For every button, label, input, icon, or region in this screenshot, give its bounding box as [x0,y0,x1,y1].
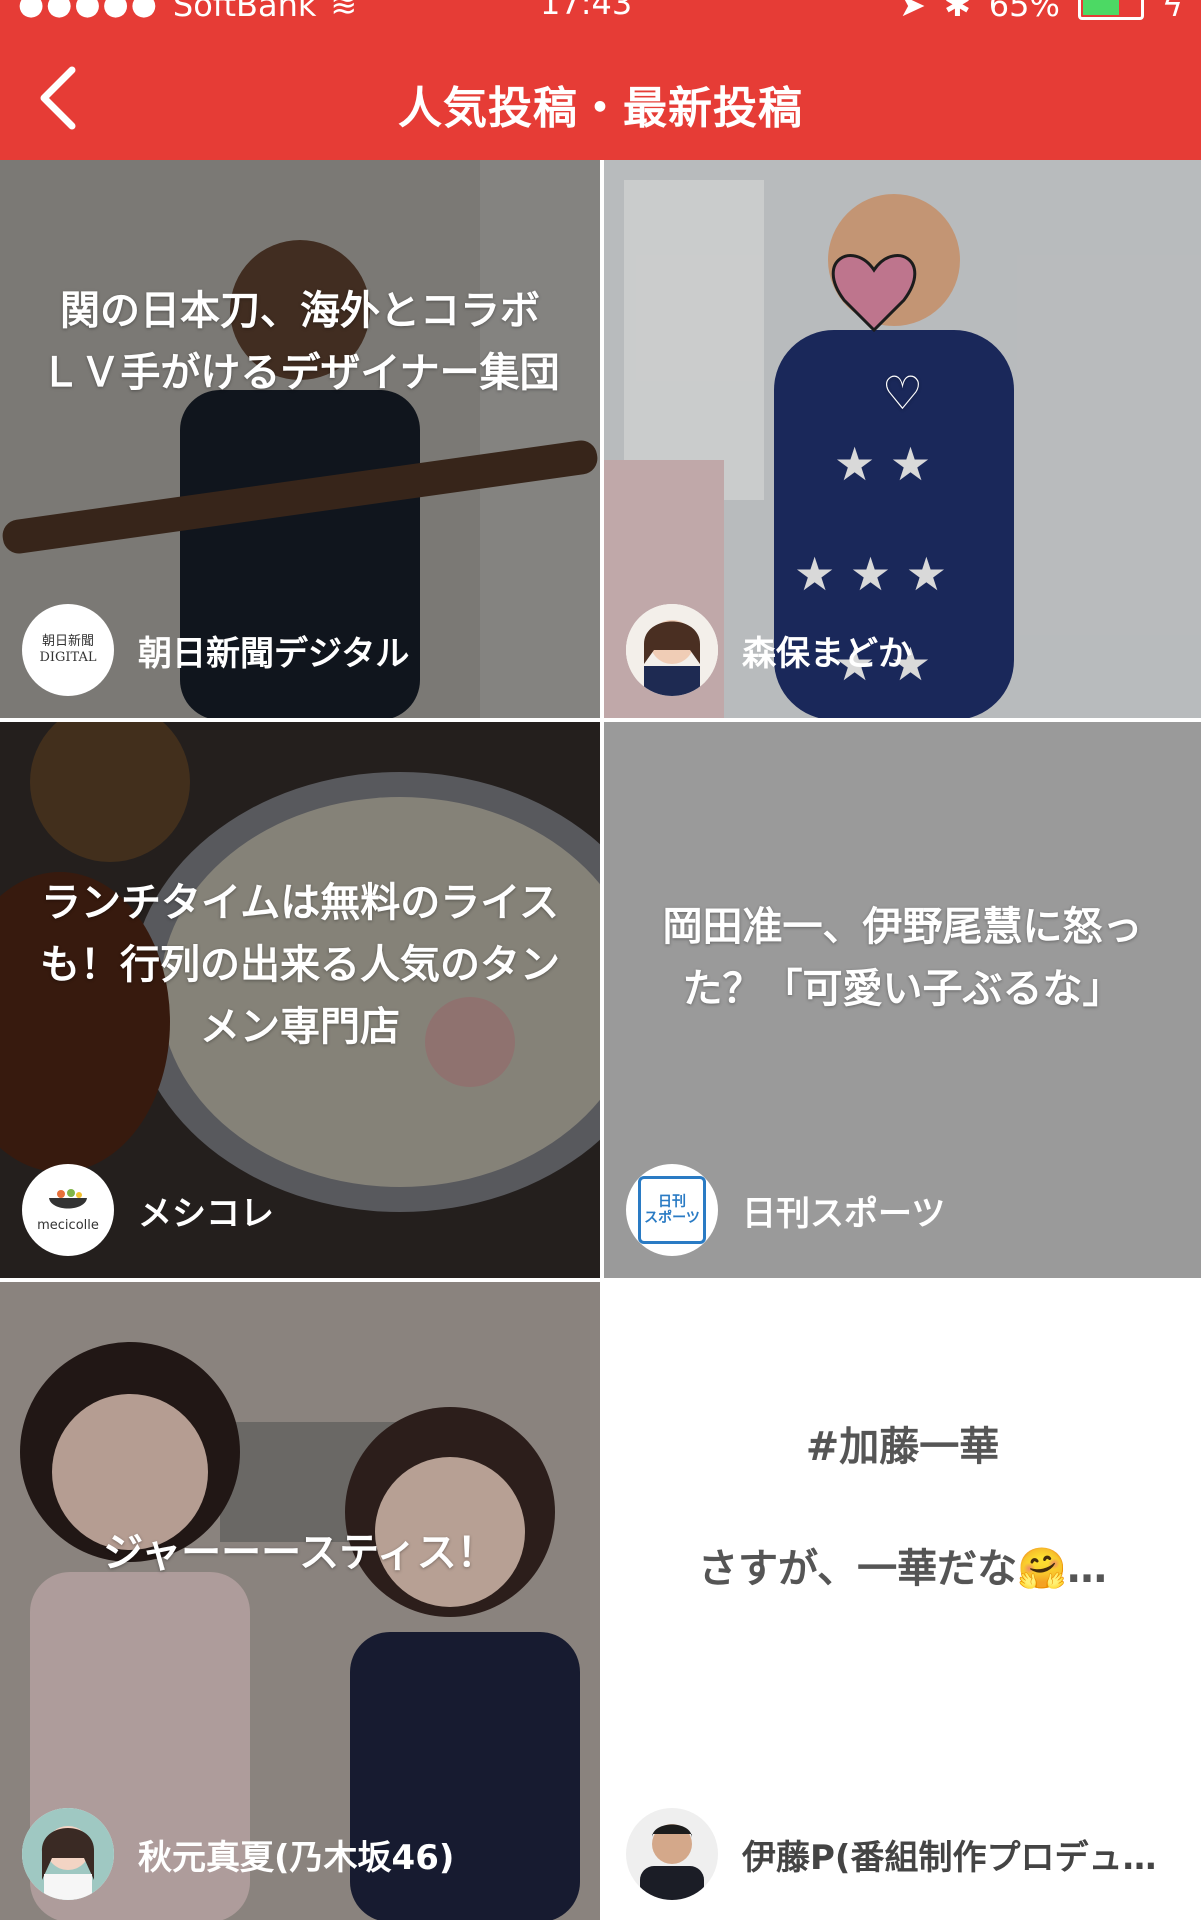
post-title: 関の日本刀、海外とコラボ ＬＶ手がけるデザイナー集団 [40,288,580,396]
post-card[interactable]: 関の日本刀、海外とコラボ ＬＶ手がけるデザイナー集団 朝日新聞 DIGITAL … [0,160,600,718]
status-time: 17:43 [540,0,633,22]
location-icon: ➤ [899,0,926,22]
post-grid: 関の日本刀、海外とコラボ ＬＶ手がけるデザイナー集団 朝日新聞 DIGITAL … [0,160,1201,1920]
battery-fill [1082,0,1119,15]
author-name: 伊藤P(番組制作プロデュ… [742,1837,1157,1878]
author-name: 朝日新聞デジタル [138,633,410,674]
battery-percent: 65% [988,0,1060,22]
post-author: 朝日新聞 DIGITAL 朝日新聞デジタル [22,604,409,696]
screen: ●●●●● SoftBank ≋ 17:43 ➤ ✱ 65% ϟ 人気投稿・最新… [0,0,1201,1920]
post-title: ランチタイムは無料のライスも！行列の出来る人気のタンメン専門店 [40,880,560,1050]
post-title: ジャーーースティス！ [103,1530,497,1576]
post-author: 秋元真夏(乃木坂46) [22,1808,454,1900]
author-name: 秋元真夏(乃木坂46) [138,1837,455,1878]
avatar: 日刊 スポーツ [626,1164,718,1256]
avatar-photo [626,1808,718,1900]
nav-header: ●●●●● SoftBank ≋ 17:43 ➤ ✱ 65% ϟ 人気投稿・最新… [0,0,1201,160]
author-name: 森保まどか [742,633,912,674]
page-title: 人気投稿・最新投稿 [398,83,803,134]
bowl-icon [49,1188,87,1208]
status-left: ●●●●● SoftBank ≋ [18,0,358,22]
post-title: さすが、一華だな🤗… [697,1546,1107,1592]
bluetooth-icon: ✱ [943,0,971,22]
post-author: mecicolle メシコレ [22,1164,274,1256]
author-name: 日刊スポーツ [742,1193,946,1234]
post-card[interactable]: ★ ★ ★ ★ ★ ★ ★ ♡ 森保まどか [604,160,1201,718]
charging-icon: ϟ [1161,0,1183,22]
avatar-logo-text: 日刊 スポーツ [644,1194,700,1226]
avatar-photo [22,1808,114,1900]
post-card[interactable]: ランチタイムは無料のライスも！行列の出来る人気のタンメン専門店 mecicoll… [0,722,600,1278]
post-card[interactable]: 岡田准一、伊野尾慧に怒った？「可愛い子ぶるな」 日刊 スポーツ 日刊スポーツ [604,722,1201,1278]
avatar [22,1808,114,1900]
avatar: mecicolle [22,1164,114,1256]
post-card[interactable]: ジャーーースティス！ 秋元真夏(乃木坂46) [0,1282,600,1920]
status-bar: ●●●●● SoftBank ≋ 17:43 ➤ ✱ 65% ϟ [0,0,1201,22]
post-author: 森保まどか [626,604,912,696]
post-author: 伊藤P(番組制作プロデュ… [626,1808,1156,1900]
avatar-logo-box: 日刊 スポーツ [638,1176,706,1244]
avatar: 朝日新聞 DIGITAL [22,604,114,696]
status-right: ➤ ✱ 65% ϟ [899,0,1183,22]
avatar [626,1808,718,1900]
carrier-label: SoftBank [172,0,317,22]
post-card[interactable]: #加藤一華 さすが、一華だな🤗… 伊藤P(番組制作プロデュ… [604,1282,1201,1920]
avatar-logo-text: 朝日新聞 DIGITAL [39,634,97,665]
battery-icon [1077,0,1144,20]
post-hashtag: #加藤一華 [805,1424,1000,1470]
signal-icon: ●●●●● [18,0,159,22]
avatar [626,604,718,696]
wifi-icon: ≋ [330,0,358,22]
post-title: ♡ [881,366,924,420]
author-name: メシコレ [138,1193,274,1234]
avatar-logo-text: mecicolle [37,1217,99,1233]
avatar-photo [626,604,718,696]
post-title: 岡田准一、伊野尾慧に怒った？「可愛い子ぶるな」 [662,904,1143,1012]
post-author: 日刊 スポーツ 日刊スポーツ [626,1164,945,1256]
